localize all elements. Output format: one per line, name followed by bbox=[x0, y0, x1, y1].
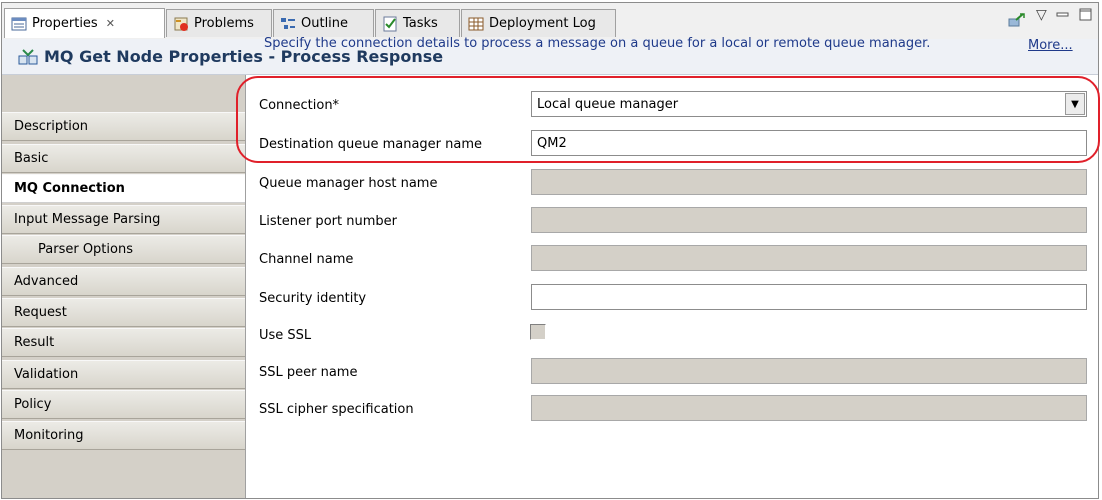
nav-item-mq-connection[interactable]: MQ Connection bbox=[2, 174, 245, 203]
mq-get-node-icon bbox=[18, 48, 38, 66]
nav-label: Monitoring bbox=[14, 428, 84, 443]
nav-label: Validation bbox=[14, 367, 79, 382]
connection-value: Local queue manager bbox=[537, 96, 679, 112]
property-sections-nav: Description Basic MQ Connection Input Me… bbox=[2, 75, 246, 498]
listener-port-input[interactable] bbox=[531, 207, 1087, 233]
tab-label: Problems bbox=[194, 16, 254, 31]
nav-item-result[interactable]: Result bbox=[2, 328, 245, 357]
nav-item-advanced[interactable]: Advanced bbox=[2, 267, 245, 296]
security-identity-label: Security identity bbox=[259, 291, 367, 306]
nav-label: Advanced bbox=[14, 274, 79, 289]
ssl-peer-input[interactable] bbox=[531, 358, 1087, 384]
ssl-peer-label: SSL peer name bbox=[259, 365, 358, 380]
nav-label: MQ Connection bbox=[14, 181, 125, 196]
nav-item-monitoring[interactable]: Monitoring bbox=[2, 421, 245, 450]
channel-input[interactable] bbox=[531, 245, 1087, 271]
tab-label: Properties bbox=[32, 16, 98, 31]
close-icon[interactable]: ✕ bbox=[106, 17, 115, 30]
nav-item-input-message-parsing[interactable]: Input Message Parsing bbox=[2, 205, 245, 234]
nav-item-description[interactable]: Description bbox=[2, 112, 245, 141]
tab-deployment-log[interactable]: Deployment Log bbox=[461, 9, 616, 37]
nav-label: Request bbox=[14, 305, 67, 320]
nav-label: Input Message Parsing bbox=[14, 212, 161, 227]
qmgr-host-label: Queue manager host name bbox=[259, 176, 438, 191]
use-ssl-checkbox[interactable] bbox=[530, 324, 546, 340]
nav-label: Policy bbox=[14, 397, 52, 412]
minimize-icon[interactable] bbox=[1056, 8, 1070, 26]
dest-qmgr-input[interactable]: QM2 bbox=[531, 130, 1087, 156]
pin-icon[interactable] bbox=[1008, 12, 1026, 32]
tab-label: Tasks bbox=[403, 16, 438, 31]
ssl-cipher-input[interactable] bbox=[531, 395, 1087, 421]
nav-label: Description bbox=[14, 119, 89, 134]
nav-label: Parser Options bbox=[38, 242, 133, 257]
properties-view: Properties ✕ Problems Outline Tasks Depl… bbox=[1, 2, 1100, 499]
section-description: Specify the connection details to proces… bbox=[264, 36, 931, 51]
nav-item-policy[interactable]: Policy bbox=[2, 390, 245, 419]
deployment-log-icon bbox=[468, 16, 484, 32]
chevron-down-icon[interactable]: ▼ bbox=[1065, 93, 1085, 115]
listener-port-label: Listener port number bbox=[259, 214, 397, 229]
tab-label: Outline bbox=[301, 16, 349, 31]
connection-select[interactable]: Local queue manager ▼ bbox=[531, 91, 1087, 117]
tab-label: Deployment Log bbox=[489, 16, 596, 31]
connection-label: Connection* bbox=[259, 98, 340, 113]
tab-outline[interactable]: Outline bbox=[273, 9, 374, 37]
tab-tasks[interactable]: Tasks bbox=[375, 9, 460, 37]
nav-item-validation[interactable]: Validation bbox=[2, 360, 245, 389]
problems-icon bbox=[173, 16, 189, 32]
tab-properties[interactable]: Properties ✕ bbox=[4, 8, 165, 38]
dest-qmgr-label: Destination queue manager name bbox=[259, 137, 483, 152]
use-ssl-label: Use SSL bbox=[259, 328, 312, 343]
more-link[interactable]: More... bbox=[1028, 38, 1073, 53]
nav-item-parser-options[interactable]: Parser Options bbox=[2, 235, 245, 264]
security-identity-input[interactable] bbox=[531, 284, 1087, 310]
tab-problems[interactable]: Problems bbox=[166, 9, 272, 37]
dest-qmgr-value: QM2 bbox=[537, 135, 567, 151]
qmgr-host-input[interactable] bbox=[531, 169, 1087, 195]
maximize-icon[interactable] bbox=[1079, 8, 1093, 26]
properties-icon bbox=[11, 16, 27, 32]
tasks-icon bbox=[382, 16, 398, 32]
ssl-cipher-label: SSL cipher specification bbox=[259, 402, 414, 417]
nav-item-request[interactable]: Request bbox=[2, 298, 245, 327]
nav-item-basic[interactable]: Basic bbox=[2, 144, 245, 173]
outline-icon bbox=[280, 16, 296, 32]
nav-label: Result bbox=[14, 335, 55, 350]
nav-label: Basic bbox=[14, 151, 49, 166]
view-menu-icon[interactable]: ▽ bbox=[1036, 7, 1047, 23]
channel-label: Channel name bbox=[259, 252, 354, 267]
